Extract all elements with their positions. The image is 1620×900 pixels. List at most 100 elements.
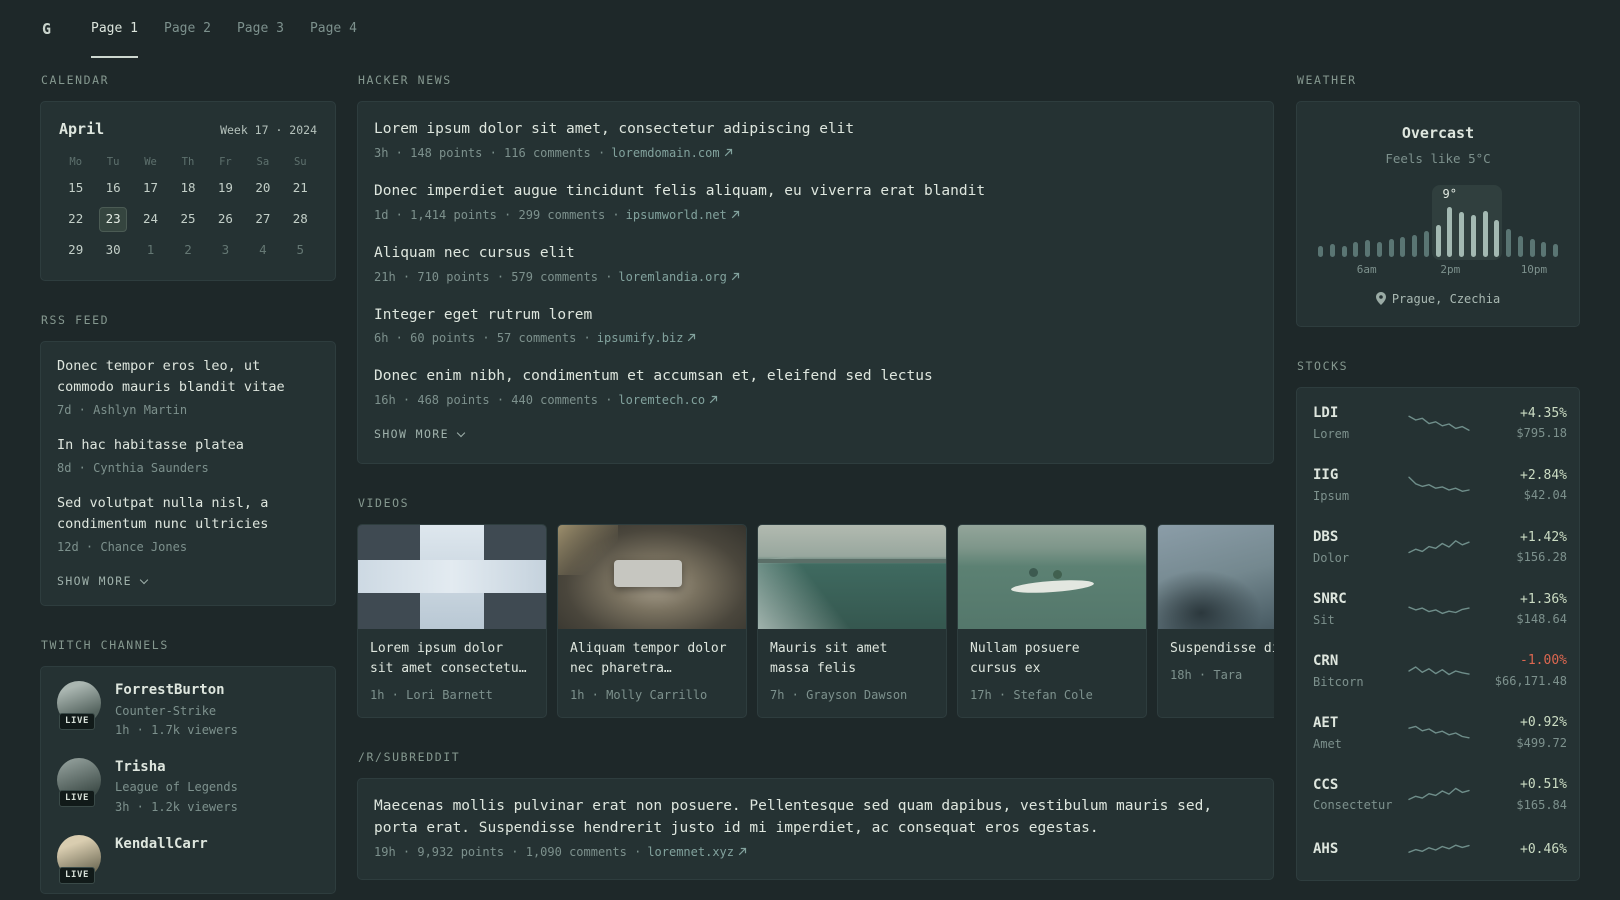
hackernews-item: Donec imperdiet augue tincidunt felis al… xyxy=(374,181,1257,224)
stock-row[interactable]: CRN Bitcorn -1.00% $66,171.48 xyxy=(1313,640,1567,702)
video-meta: 17h · Stefan Cole xyxy=(970,688,1093,703)
story-meta: 1d · 1,414 points · 299 comments · ipsumw… xyxy=(374,206,1257,224)
calendar-day: 22 xyxy=(68,210,84,226)
twitch-channel-row[interactable]: LIVE ForrestBurton Counter-Strike 1h · 1… xyxy=(57,681,319,739)
calendar-day: 27 xyxy=(255,210,271,226)
story-title[interactable]: Integer eget rutrum lorem xyxy=(374,305,1257,327)
weather-bar xyxy=(1494,220,1500,257)
stock-row[interactable]: SNRC Sit +1.36% $148.64 xyxy=(1313,578,1567,640)
weather-time-label: 6am xyxy=(1356,262,1377,276)
video-body: Aliquam tempor dolor nec pharetra… 1h · … xyxy=(558,629,746,717)
calendar-day: 3 xyxy=(221,241,230,257)
channel-info: Trisha League of Legends 3h · 1.2k viewe… xyxy=(115,758,238,816)
stock-name: Lorem xyxy=(1313,427,1350,442)
post-domain-link[interactable]: loremnet.xyz xyxy=(647,845,747,859)
story-domain-link[interactable]: loremtech.co xyxy=(618,393,718,407)
stock-row[interactable]: DBS Dolor +1.42% $156.28 xyxy=(1313,517,1567,579)
stock-identity: CRN Bitcorn xyxy=(1313,652,1399,691)
app-logo[interactable]: G xyxy=(40,0,53,58)
story-title[interactable]: Lorem ipsum dolor sit amet, consectetur … xyxy=(374,119,1257,141)
nav-tab[interactable]: Page 3 xyxy=(237,0,284,58)
nav-tab[interactable]: Page 1 xyxy=(91,0,138,58)
channel-name[interactable]: Trisha xyxy=(115,758,238,776)
twitch-channel-row[interactable]: LIVE Trisha League of Legends 3h · 1.2k … xyxy=(57,758,319,816)
nav-tab[interactable]: Page 4 xyxy=(310,0,357,58)
calendar-day: 2 xyxy=(184,241,192,257)
stock-row[interactable]: CCS Consectetur +0.51% $165.84 xyxy=(1313,764,1567,826)
stock-ticker[interactable]: CCS xyxy=(1313,776,1399,795)
stock-ticker[interactable]: CRN xyxy=(1313,652,1399,671)
story-domain-link[interactable]: ipsumworld.net xyxy=(626,208,740,222)
story-domain: ipsumify.biz xyxy=(596,331,684,346)
rss-item-title[interactable]: In hac habitasse platea xyxy=(57,435,319,457)
stock-ticker[interactable]: DBS xyxy=(1313,528,1399,547)
video-meta: 7h · Grayson Dawson xyxy=(770,688,908,703)
stock-price: $42.04 xyxy=(1523,488,1567,503)
stock-price: $156.28 xyxy=(1516,550,1567,565)
story-title[interactable]: Donec imperdiet augue tincidunt felis al… xyxy=(374,181,1257,203)
middle-column: HACKER NEWS Lorem ipsum dolor sit amet, … xyxy=(357,72,1274,900)
video-thumbnail xyxy=(758,524,946,629)
calendar-day: 21 xyxy=(292,179,308,195)
video-card[interactable]: Nullam posuere cursus ex 17h · Stefan Co… xyxy=(957,523,1147,719)
rss-show-more-button[interactable]: SHOW MORE xyxy=(57,573,149,590)
rss-item-title[interactable]: Donec tempor eros leo, ut commodo mauris… xyxy=(57,356,319,399)
stock-change: +0.46% xyxy=(1520,841,1567,857)
video-card[interactable]: Mauris sit amet massa felis 7h · Grayson… xyxy=(757,523,947,719)
channel-name[interactable]: KendallCarr xyxy=(115,835,208,853)
story-meta: 6h · 60 points · 57 comments · ipsumify.b… xyxy=(374,329,1257,347)
videos-widget-title: VIDEOS xyxy=(358,495,410,510)
weather-bar xyxy=(1529,238,1535,257)
video-title[interactable]: Lorem ipsum dolor sit amet consectetu… xyxy=(370,639,534,679)
stock-values: +1.36% $148.64 xyxy=(1479,591,1567,629)
nav-tab[interactable]: Page 2 xyxy=(164,0,211,58)
weather-bar xyxy=(1341,246,1347,257)
channel-name[interactable]: ForrestBurton xyxy=(115,681,238,699)
stock-row[interactable]: AHS +0.46% xyxy=(1313,826,1567,875)
weather-bar xyxy=(1517,235,1523,257)
calendar-month: April xyxy=(59,120,105,139)
stock-ticker[interactable]: LDI xyxy=(1313,404,1399,423)
video-title[interactable]: Nullam posuere cursus ex xyxy=(970,639,1134,679)
stock-ticker[interactable]: AHS xyxy=(1313,840,1399,859)
post-title[interactable]: Maecenas mollis pulvinar erat non posuer… xyxy=(374,796,1257,840)
stock-ticker[interactable]: AET xyxy=(1313,714,1399,733)
stock-ticker[interactable]: SNRC xyxy=(1313,590,1399,609)
live-badge: LIVE xyxy=(59,789,96,808)
story-domain-link[interactable]: loremlandia.org xyxy=(618,270,739,284)
story-title[interactable]: Donec enim nibh, condimentum et accumsan… xyxy=(374,366,1257,388)
video-card[interactable]: Aliquam tempor dolor nec pharetra… 1h · … xyxy=(557,523,747,719)
stock-values: +2.84% $42.04 xyxy=(1479,467,1567,505)
stock-identity: IIG Ipsum xyxy=(1313,466,1399,505)
story-domain: loremlandia.org xyxy=(618,269,727,284)
rss-item-title[interactable]: Sed volutpat nulla nisl, a condimentum n… xyxy=(57,493,319,536)
stock-row[interactable]: IIG Ipsum +2.84% $42.04 xyxy=(1313,455,1567,517)
hackernews-show-more-button[interactable]: SHOW MORE xyxy=(374,426,466,443)
stock-ticker[interactable]: IIG xyxy=(1313,466,1399,485)
video-card[interactable]: Lorem ipsum dolor sit amet consectetu… 1… xyxy=(357,523,547,719)
weather-condition: Overcast xyxy=(1401,124,1475,143)
video-title[interactable]: Mauris sit amet massa felis xyxy=(770,639,934,679)
stock-row[interactable]: AET Amet +0.92% $499.72 xyxy=(1313,702,1567,764)
page-tabs: Page 1 Page 2 Page 3 Page 4 xyxy=(91,0,357,58)
channel-info: ForrestBurton Counter-Strike 1h · 1.7k v… xyxy=(115,681,238,739)
video-card[interactable]: Suspendisse diam 18h · Tara xyxy=(1157,523,1274,719)
story-domain-link[interactable]: loremdomain.com xyxy=(611,146,732,160)
weather-bar xyxy=(1423,230,1429,257)
story-meta: 21h · 710 points · 579 comments · loremla… xyxy=(374,268,1257,286)
story-title[interactable]: Aliquam nec cursus elit xyxy=(374,243,1257,265)
stock-price: $165.84 xyxy=(1516,797,1567,812)
video-title[interactable]: Aliquam tempor dolor nec pharetra… xyxy=(570,639,734,679)
hackernews-item: Lorem ipsum dolor sit amet, consectetur … xyxy=(374,119,1257,162)
video-body: Mauris sit amet massa felis 7h · Grayson… xyxy=(758,629,946,717)
video-title[interactable]: Suspendisse diam xyxy=(1170,639,1274,659)
stock-change: +0.92% xyxy=(1520,715,1567,731)
video-body: Nullam posuere cursus ex 17h · Stefan Co… xyxy=(958,629,1146,717)
calendar-day: 29 xyxy=(68,241,84,257)
stock-row[interactable]: LDI Lorem +4.35% $795.18 xyxy=(1313,393,1567,455)
stock-name: Dolor xyxy=(1313,550,1350,565)
story-domain-link[interactable]: ipsumify.biz xyxy=(597,331,697,345)
weather-bar xyxy=(1541,241,1547,257)
rss-item: In hac habitasse platea 8d · Cynthia Sau… xyxy=(57,435,319,477)
twitch-channel-row[interactable]: LIVE KendallCarr xyxy=(57,835,319,885)
